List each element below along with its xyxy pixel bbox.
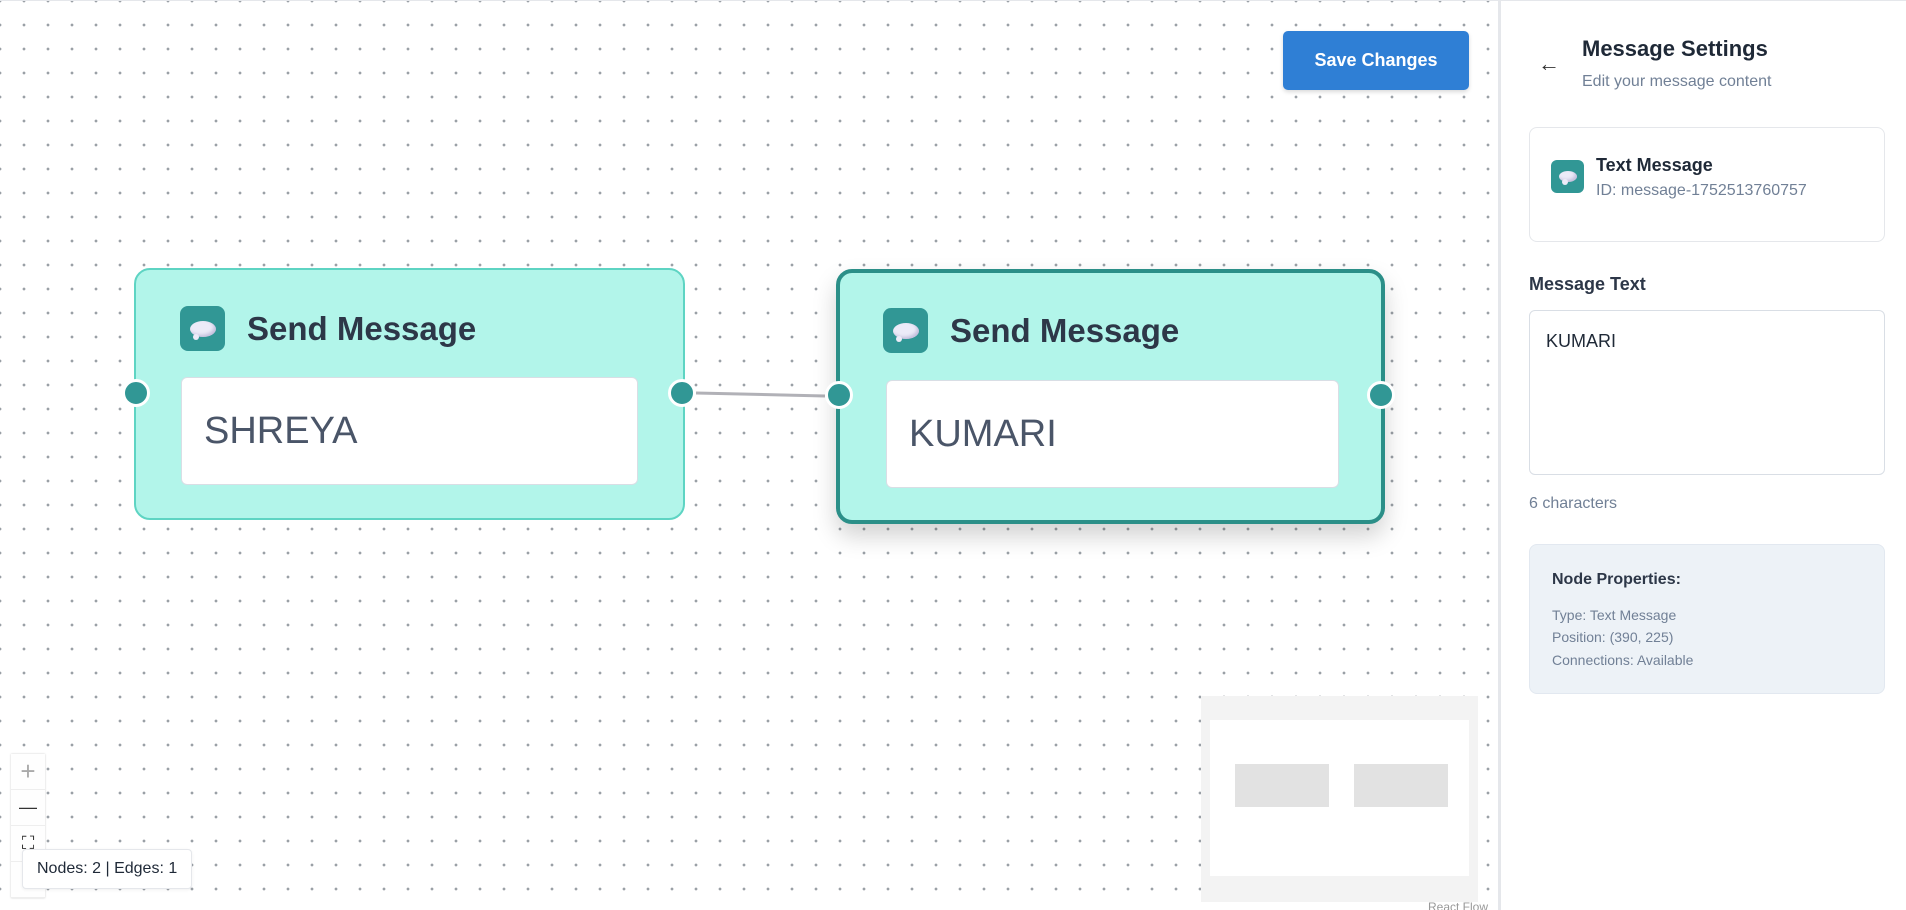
- back-arrow-icon[interactable]: ←: [1538, 51, 1560, 77]
- zoom-in-icon[interactable]: +: [11, 754, 45, 790]
- node-position: Position: (390, 225): [1552, 629, 1674, 645]
- app: Save Changes Send Message SHREYA Send Me…: [0, 0, 1906, 910]
- node-info-card: Text Message ID: message-1752513760757: [1529, 127, 1885, 242]
- message-text-input[interactable]: [1529, 310, 1885, 475]
- target-handle-node-2[interactable]: [825, 381, 853, 409]
- node-header: Send Message: [883, 308, 1179, 353]
- speech-bubble-icon: [180, 306, 225, 351]
- node-properties: Node Properties: Type: Text Message Posi…: [1529, 544, 1885, 694]
- flow-canvas[interactable]: Save Changes Send Message SHREYA Send Me…: [0, 0, 1498, 910]
- react-flow-attribution[interactable]: React Flow: [1428, 900, 1488, 910]
- source-handle-node-2[interactable]: [1367, 381, 1395, 409]
- node-type: Type: Text Message: [1552, 607, 1677, 623]
- panel-subtitle: Edit your message content: [1582, 73, 1772, 90]
- send-message-node-2[interactable]: Send Message KUMARI: [836, 269, 1385, 524]
- speech-bubble-icon: [1551, 160, 1584, 193]
- target-handle-node-1[interactable]: [122, 379, 150, 407]
- node-title: Send Message: [247, 309, 477, 347]
- settings-panel: ← Message Settings Edit your message con…: [1498, 0, 1906, 910]
- panel-title: Message Settings: [1582, 36, 1768, 61]
- send-message-node-1[interactable]: Send Message SHREYA: [134, 268, 685, 520]
- node-connections: Connections: Available: [1552, 652, 1694, 668]
- minimap-node: [1354, 764, 1448, 807]
- minimap[interactable]: [1201, 696, 1478, 902]
- speech-bubble-icon: [883, 308, 928, 353]
- edge-shreya-kumari[interactable]: [695, 391, 826, 398]
- zoom-out-icon[interactable]: —: [11, 790, 45, 826]
- node-id: ID: message-1752513760757: [1596, 182, 1807, 199]
- message-text-label: Message Text: [1529, 274, 1646, 294]
- node-message: SHREYA: [181, 377, 638, 485]
- node-title: Send Message: [950, 311, 1180, 349]
- minimap-viewport: [1210, 720, 1469, 876]
- node-header: Send Message: [180, 306, 476, 351]
- character-count: 6 characters: [1529, 495, 1618, 512]
- flow-stats: Nodes: 2 | Edges: 1: [22, 849, 193, 889]
- node-message: KUMARI: [886, 380, 1339, 488]
- source-handle-node-1[interactable]: [668, 379, 696, 407]
- minimap-node: [1235, 764, 1329, 807]
- node-type-title: Text Message: [1596, 155, 1713, 175]
- node-properties-title: Node Properties:: [1552, 571, 1681, 588]
